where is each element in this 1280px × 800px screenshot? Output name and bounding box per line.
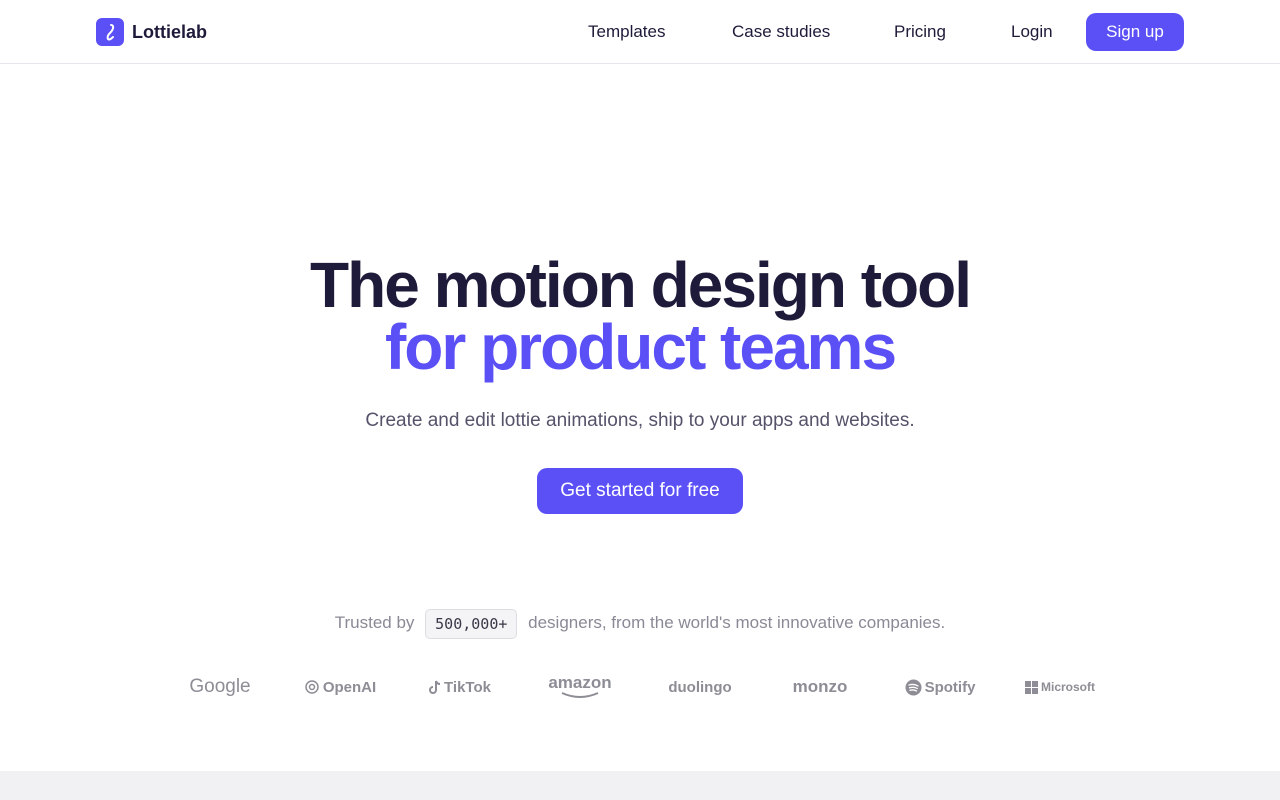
trust-statement: Trusted by 500,000+ designers, from the …	[0, 608, 1280, 639]
company-logos: Google OpenAI TikTok amazon duolingo mon…	[160, 672, 1120, 702]
company-logo-amazon: amazon	[520, 674, 640, 699]
designer-count-badge: 500,000+	[425, 608, 518, 639]
tiktok-icon	[429, 680, 441, 695]
logo-mark-icon	[96, 18, 124, 46]
company-logo-monzo: monzo	[792, 677, 848, 696]
company-logo-microsoft: Microsoft	[1000, 680, 1120, 694]
hero-title: The motion design tool for product teams	[0, 249, 1280, 383]
company-logo-spotify: Spotify	[880, 679, 1000, 696]
nav-templates[interactable]: Templates	[588, 20, 665, 44]
signup-button[interactable]: Sign up	[1086, 13, 1184, 51]
nav-case-studies[interactable]: Case studies	[732, 20, 830, 44]
trust-prefix: Trusted by	[334, 613, 415, 632]
site-header: Lottielab Templates Case studies Pricing…	[0, 0, 1280, 64]
openai-icon	[304, 679, 320, 695]
next-section-edge	[0, 771, 1280, 800]
company-logo-duolingo: duolingo	[668, 678, 732, 696]
hero-title-line1: The motion design tool	[310, 249, 972, 321]
amazon-smile-icon	[561, 692, 599, 698]
microsoft-icon	[1025, 680, 1038, 694]
hero-subtitle: Create and edit lottie animations, ship …	[365, 410, 915, 431]
company-logo-tiktok: TikTok	[400, 679, 520, 696]
logo[interactable]: Lottielab	[96, 18, 207, 46]
logo-text: Lottielab	[132, 21, 207, 42]
trust-suffix: designers, from the world's most innovat…	[528, 613, 946, 632]
company-logo-google: Google	[189, 676, 251, 697]
nav-login[interactable]: Login	[1011, 20, 1053, 44]
get-started-button[interactable]: Get started for free	[537, 468, 743, 514]
spotify-icon	[905, 679, 922, 696]
company-logo-openai: OpenAI	[280, 679, 400, 696]
hero-title-line2: for product teams	[384, 311, 897, 383]
nav-pricing[interactable]: Pricing	[894, 20, 946, 44]
